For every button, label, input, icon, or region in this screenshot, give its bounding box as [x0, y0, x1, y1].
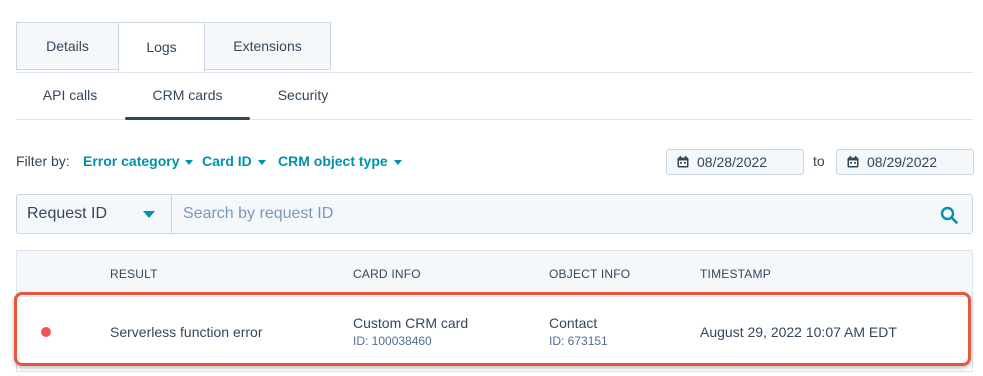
subtab-label: CRM cards	[152, 87, 223, 103]
filter-label: Filter by:	[16, 153, 70, 169]
search-field-value: Request ID	[27, 205, 108, 222]
start-date-input[interactable]: 08/28/2022	[666, 149, 804, 175]
subtab-label: Security	[277, 87, 329, 103]
dropdown-caret-icon	[185, 159, 194, 165]
subtab-security[interactable]: Security	[254, 72, 352, 118]
error-category-dropdown[interactable]: Error category	[83, 153, 194, 169]
dropdown-caret-icon	[393, 159, 402, 165]
column-header-object-info: OBJECT INFO	[549, 267, 631, 281]
dropdown-label: CRM object type	[278, 153, 388, 169]
table-header: RESULT CARD INFO OBJECT INFO TIMESTAMP	[17, 251, 972, 297]
dropdown-caret-icon	[143, 211, 155, 218]
search-field-select[interactable]: Request ID	[17, 195, 172, 233]
end-date-value: 08/29/2022	[867, 154, 938, 170]
card-name: Custom CRM card	[353, 315, 469, 331]
card-id: ID: 100038460	[353, 334, 432, 348]
subtab-api-calls[interactable]: API calls	[28, 72, 112, 118]
tab-details[interactable]: Details	[16, 22, 118, 70]
object-id: ID: 673151	[549, 334, 608, 348]
main-tabs: Details Logs Extensions	[16, 22, 973, 73]
start-date-value: 08/28/2022	[697, 154, 768, 170]
calendar-icon	[847, 156, 859, 168]
end-date-input[interactable]: 08/29/2022	[836, 149, 974, 175]
timestamp-cell: August 29, 2022 10:07 AM EDT	[700, 324, 897, 340]
logs-table: RESULT CARD INFO OBJECT INFO TIMESTAMP S…	[16, 250, 973, 372]
card-info-cell: Custom CRM card ID: 100038460	[353, 315, 468, 348]
log-subtabs: API calls CRM cards Security	[16, 72, 973, 120]
tab-extensions[interactable]: Extensions	[204, 22, 331, 70]
column-header-card-info: CARD INFO	[353, 267, 421, 281]
subtab-label: API calls	[42, 87, 98, 103]
active-subtab-indicator	[125, 117, 250, 120]
column-header-timestamp: TIMESTAMP	[700, 267, 771, 281]
date-range-separator: to	[813, 153, 825, 169]
error-status-dot	[41, 327, 51, 337]
search-icon[interactable]	[940, 206, 958, 224]
table-row[interactable]: Serverless function error Custom CRM car…	[17, 297, 972, 369]
calendar-icon	[677, 156, 689, 168]
filter-bar: Filter by: Error category Card ID CRM ob…	[16, 149, 974, 175]
search-input[interactable]	[173, 195, 913, 233]
search-bar: Request ID	[16, 194, 973, 234]
tab-logs[interactable]: Logs	[118, 22, 205, 72]
column-header-result: RESULT	[110, 267, 158, 281]
object-type: Contact	[549, 315, 598, 331]
result-cell: Serverless function error	[110, 324, 263, 340]
card-id-dropdown[interactable]: Card ID	[202, 153, 266, 169]
subtab-crm-cards[interactable]: CRM cards	[125, 72, 250, 120]
object-info-cell: Contact ID: 673151	[549, 315, 608, 348]
crm-object-type-dropdown[interactable]: CRM object type	[278, 153, 402, 169]
dropdown-label: Card ID	[202, 153, 252, 169]
dropdown-caret-icon	[257, 159, 266, 165]
dropdown-label: Error category	[83, 153, 180, 169]
